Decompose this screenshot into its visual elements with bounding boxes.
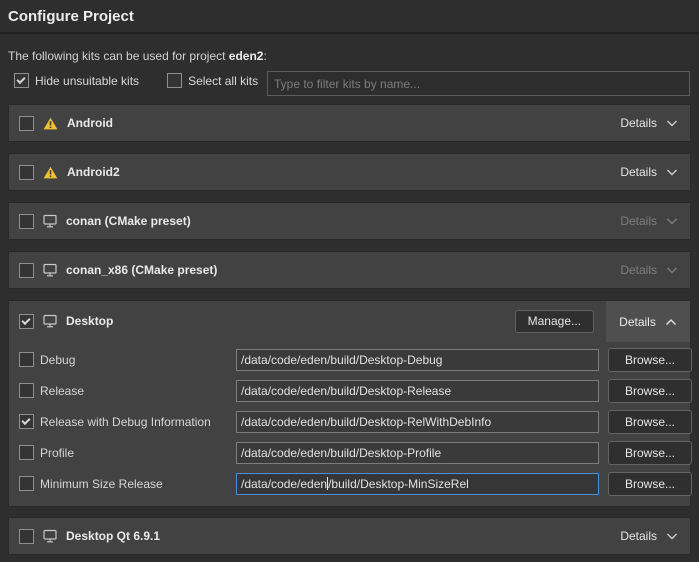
details-label: Details — [619, 315, 656, 329]
kit-checkbox[interactable] — [19, 529, 34, 544]
build-config-label: Debug — [40, 353, 75, 367]
kit-checkbox[interactable] — [19, 116, 34, 131]
warning-icon — [43, 117, 58, 130]
intro-suffix: : — [263, 49, 266, 63]
build-config-row-minsizerel: Minimum Size Release /data/code/eden/bui… — [9, 473, 690, 497]
build-config-row-profile: Profile /data/code/eden/build/Desktop-Pr… — [9, 442, 690, 466]
intro-prefix: The following kits can be used for proje… — [8, 49, 229, 63]
details-button-expanded[interactable]: Details — [606, 301, 690, 342]
desktop-icon — [43, 529, 57, 543]
kit-row-desktop-qt: Desktop Qt 6.9.1 Details — [8, 517, 691, 555]
build-config-checkbox[interactable] — [19, 414, 34, 429]
details-button-disabled: Details — [620, 214, 680, 228]
build-config-checkbox[interactable] — [19, 352, 34, 367]
chevron-down-icon — [666, 216, 678, 226]
browse-button[interactable]: Browse... — [608, 472, 692, 496]
build-dir-path: /build/Desktop-MinSizeRel — [328, 477, 469, 491]
kit-name: Android — [67, 116, 113, 130]
build-dir-path: /data/code/eden — [241, 477, 327, 491]
browse-label: Browse... — [625, 353, 675, 367]
kit-checkbox[interactable] — [19, 214, 34, 229]
page-title: Configure Project — [8, 8, 134, 25]
browse-button[interactable]: Browse... — [608, 348, 692, 372]
kit-checkbox[interactable] — [19, 263, 34, 278]
title-separator — [0, 32, 699, 34]
kit-checkbox[interactable] — [19, 314, 34, 329]
kit-row-conan: conan (CMake preset) Details — [8, 202, 691, 240]
warning-icon — [43, 166, 58, 179]
kit-name: Desktop — [66, 314, 113, 328]
details-label: Details — [620, 263, 657, 277]
select-all-kits-checkbox[interactable] — [167, 73, 182, 88]
kit-section-desktop: Desktop Manage... Details Debug /data/co… — [8, 300, 691, 507]
browse-button[interactable]: Browse... — [608, 410, 692, 434]
kit-name: Android2 — [67, 165, 120, 179]
build-dir-input[interactable]: /data/code/eden/build/Desktop-RelWithDeb… — [236, 411, 599, 433]
build-dir-input-focused[interactable]: /data/code/eden/build/Desktop-MinSizeRel — [236, 473, 599, 495]
details-button[interactable]: Details — [620, 116, 680, 130]
build-config-row-debug: Debug /data/code/eden/build/Desktop-Debu… — [9, 349, 690, 373]
details-label: Details — [620, 165, 657, 179]
browse-button[interactable]: Browse... — [608, 379, 692, 403]
manage-label: Manage... — [528, 314, 581, 328]
kit-filter-input[interactable] — [267, 71, 690, 96]
chevron-down-icon — [666, 265, 678, 275]
build-config-label: Release with Debug Information — [40, 415, 211, 429]
select-all-kits-label: Select all kits — [188, 74, 258, 88]
kit-checkbox[interactable] — [19, 165, 34, 180]
build-config-checkbox[interactable] — [19, 445, 34, 460]
build-dir-path: /data/code/eden/build/Desktop-Release — [241, 384, 451, 398]
details-button-disabled: Details — [620, 263, 680, 277]
checkmark-icon — [16, 75, 25, 84]
kit-filter-controls: Hide unsuitable kits Select all kits — [14, 73, 258, 88]
desktop-icon — [43, 263, 57, 277]
browse-label: Browse... — [625, 384, 675, 398]
details-button[interactable]: Details — [620, 165, 680, 179]
browse-button[interactable]: Browse... — [608, 441, 692, 465]
chevron-down-icon — [666, 118, 678, 128]
kit-name: conan_x86 (CMake preset) — [66, 263, 217, 277]
chevron-down-icon — [666, 167, 678, 177]
browse-label: Browse... — [625, 415, 675, 429]
chevron-up-icon — [665, 317, 677, 327]
build-dir-input[interactable]: /data/code/eden/build/Desktop-Debug — [236, 349, 599, 371]
kit-row-desktop: Desktop Manage... — [9, 301, 690, 341]
manage-kits-button[interactable]: Manage... — [515, 310, 594, 333]
intro-text: The following kits can be used for proje… — [8, 49, 267, 63]
build-config-row-relwithdebinfo: Release with Debug Information /data/cod… — [9, 411, 690, 435]
build-config-label: Minimum Size Release — [40, 477, 163, 491]
build-config-row-release: Release /data/code/eden/build/Desktop-Re… — [9, 380, 690, 404]
build-config-label: Release — [40, 384, 84, 398]
kit-name: conan (CMake preset) — [66, 214, 191, 228]
configure-project-page: Configure Project The following kits can… — [0, 0, 699, 562]
build-dir-path: /data/code/eden/build/Desktop-Debug — [241, 353, 442, 367]
details-label: Details — [620, 214, 657, 228]
checkmark-icon — [21, 315, 30, 324]
details-button[interactable]: Details — [620, 529, 680, 543]
build-dir-path: /data/code/eden/build/Desktop-RelWithDeb… — [241, 415, 491, 429]
build-dir-input[interactable]: /data/code/eden/build/Desktop-Release — [236, 380, 599, 402]
build-dir-path: /data/code/eden/build/Desktop-Profile — [241, 446, 441, 460]
kit-row-android2: Android2 Details — [8, 153, 691, 191]
browse-label: Browse... — [625, 477, 675, 491]
project-name: eden2 — [229, 49, 264, 63]
desktop-icon — [43, 314, 57, 328]
desktop-icon — [43, 214, 57, 228]
details-label: Details — [620, 116, 657, 130]
hide-unsuitable-checkbox[interactable] — [14, 73, 29, 88]
build-config-label: Profile — [40, 446, 74, 460]
hide-unsuitable-label: Hide unsuitable kits — [35, 74, 139, 88]
kit-row-android: Android Details — [8, 104, 691, 142]
kit-row-conan-x86: conan_x86 (CMake preset) Details — [8, 251, 691, 289]
build-config-checkbox[interactable] — [19, 476, 34, 491]
kit-name: Desktop Qt 6.9.1 — [66, 529, 160, 543]
browse-label: Browse... — [625, 446, 675, 460]
details-label: Details — [620, 529, 657, 543]
build-config-checkbox[interactable] — [19, 383, 34, 398]
checkmark-icon — [21, 416, 30, 425]
chevron-down-icon — [666, 531, 678, 541]
build-dir-input[interactable]: /data/code/eden/build/Desktop-Profile — [236, 442, 599, 464]
